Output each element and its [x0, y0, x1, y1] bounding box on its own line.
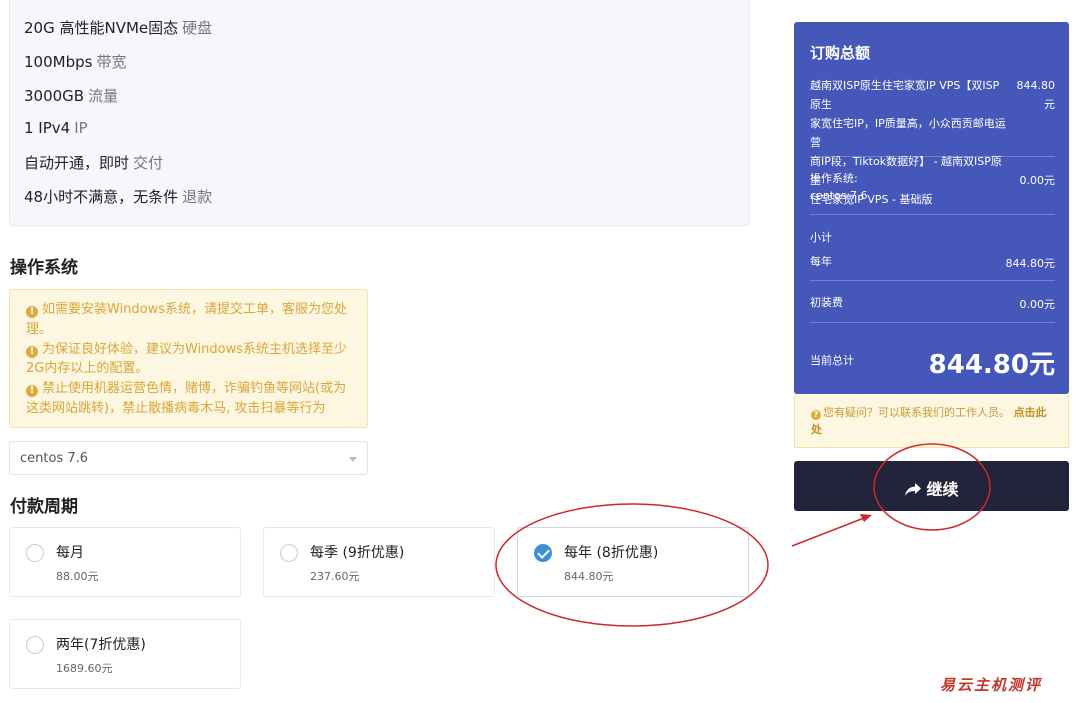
radio-button-checked[interactable]	[534, 544, 552, 562]
order-summary-title: 订购总额	[810, 44, 871, 62]
billing-option-yearly[interactable]: 每年 (8折优惠) 844.80元	[517, 527, 749, 597]
annotation-arrow-line	[791, 517, 865, 547]
feature-bandwidth: 100Mbps 带宽	[24, 53, 127, 71]
setup-fee-label: 初装费	[810, 296, 843, 309]
product-price: 844.80 元	[1016, 79, 1056, 111]
radio-button[interactable]	[26, 544, 44, 562]
watermark-text: 易云主机测评	[940, 676, 1043, 694]
billing-option-name: 每年 (8折优惠)	[564, 545, 659, 561]
plan-features-box: 20G 高性能NVMe固态 硬盘 100Mbps 带宽 3000GB 流量 1 IPv…	[9, 0, 750, 226]
yearly-label: 每年	[810, 255, 832, 268]
feature-traffic: 3000GB 流量	[24, 87, 119, 105]
annotation-arrow-head	[860, 514, 872, 522]
chevron-down-icon	[349, 457, 357, 462]
total-value: 844.80元	[928, 350, 1055, 380]
exclamation-icon: !	[26, 306, 38, 318]
feature-delivery: 自动开通，即时 交付	[24, 154, 164, 172]
warning-line-prohibited: ! 禁止使用机器运营色情，赌博，诈骗钓鱼等网站(或为这类网站跳转)，禁止散播病毒木…	[26, 381, 347, 416]
setup-fee-price: 0.00元	[1019, 298, 1056, 311]
exclamation-icon: !	[26, 385, 38, 398]
divider	[810, 322, 1055, 323]
billing-section-title: 付款周期	[10, 497, 78, 517]
subtotal-label: 小计	[810, 231, 832, 244]
warning-line-memory: ! 为保证良好体验，建议为Windows系统主机选择至少2G内存以上的配置。	[26, 341, 348, 377]
continue-label: 继续	[926, 480, 959, 499]
order-summary-panel: 订购总额 越南双ISP原生住宅家宽IP VPS【双ISP原生 家宽住宅IP，IP…	[794, 22, 1069, 394]
billing-option-price: 844.80元	[564, 570, 614, 583]
divider	[810, 280, 1055, 281]
warning-line-windows: ! 如需要安装Windows系统，请提交工单，客服为您处理。	[26, 302, 348, 337]
divider	[810, 214, 1055, 215]
feature-refund: 48小时不满意，无条件 退款	[24, 188, 213, 206]
share-arrow-icon	[905, 483, 922, 496]
billing-option-price: 237.60元	[310, 570, 360, 583]
os-summary: 操作系统: centos 7.6	[810, 172, 868, 202]
continue-button[interactable]: 继续	[794, 461, 1069, 511]
help-text: 您有疑问？可以联系我们的工作人员。	[823, 406, 1010, 419]
billing-option-name: 每月	[56, 545, 84, 561]
billing-option-price: 1689.60元	[56, 662, 113, 675]
billing-option-name: 两年(7折优惠)	[56, 637, 146, 653]
help-box: ? 您有疑问？可以联系我们的工作人员。 点击此处	[794, 394, 1069, 448]
billing-option-monthly[interactable]: 每月 88.00元	[9, 527, 241, 597]
yearly-price: 844.80元	[1005, 257, 1056, 270]
question-icon: ?	[811, 410, 821, 420]
billing-option-name: 每季 (9折优惠)	[310, 545, 405, 561]
total-label: 当前总计	[810, 354, 854, 367]
os-select-value: centos 7.6	[20, 451, 89, 466]
divider	[810, 156, 1055, 157]
radio-button[interactable]	[26, 636, 44, 654]
feature-storage: 20G 高性能NVMe固态 硬盘	[24, 19, 213, 37]
os-section-title: 操作系统	[10, 258, 78, 278]
os-warning-box: ! 如需要安装Windows系统，请提交工单，客服为您处理。 ! 为保证良好体验，建…	[9, 289, 368, 428]
feature-ip: 1 IPv4 IP	[24, 119, 88, 137]
radio-button[interactable]	[280, 544, 298, 562]
billing-option-quarterly[interactable]: 每季 (9折优惠) 237.60元	[263, 527, 495, 597]
billing-option-biennial[interactable]: 两年(7折优惠) 1689.60元	[9, 619, 241, 689]
billing-option-price: 88.00元	[56, 570, 99, 583]
os-summary-price: 0.00元	[1019, 174, 1056, 187]
exclamation-icon: !	[26, 345, 38, 358]
os-select[interactable]: centos 7.6	[9, 441, 368, 475]
